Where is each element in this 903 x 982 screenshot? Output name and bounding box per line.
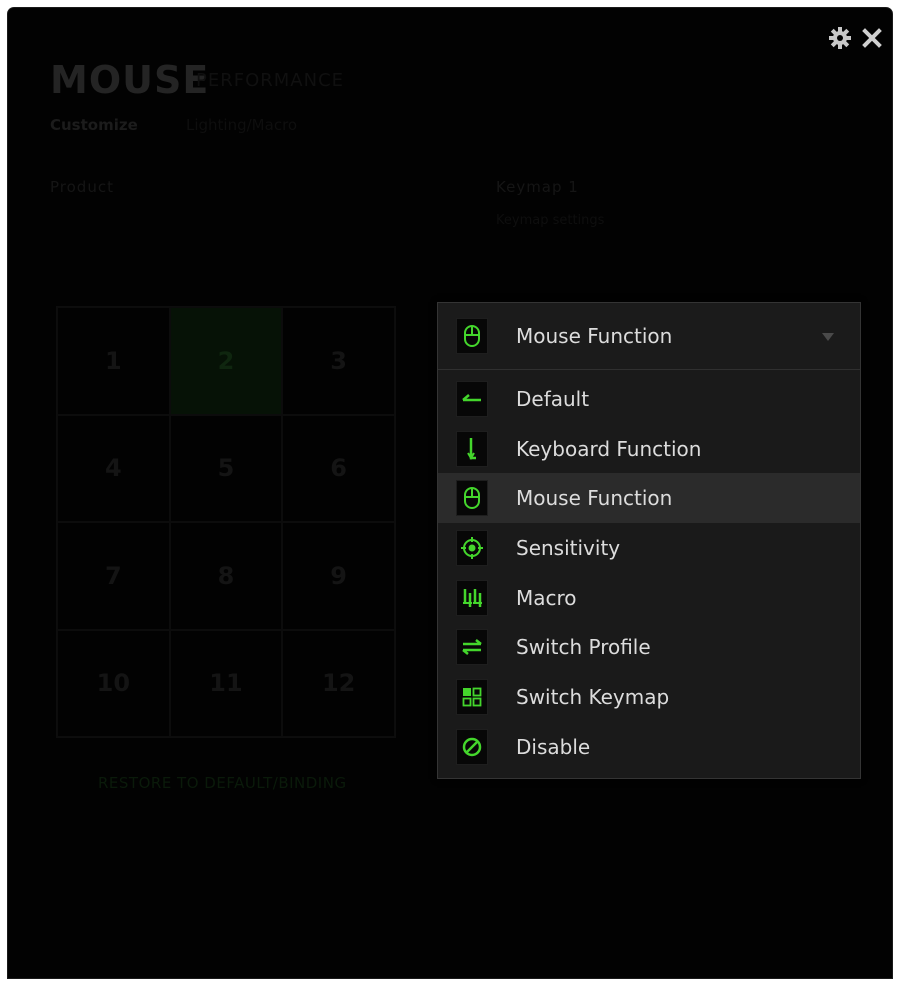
restore-default-link[interactable]: RESTORE TO DEFAULT/BINDING bbox=[98, 774, 347, 792]
mouse-icon bbox=[456, 318, 488, 354]
grid-icon bbox=[456, 678, 488, 715]
default-arrow-icon bbox=[456, 380, 488, 417]
key-button[interactable]: 11 bbox=[169, 629, 283, 737]
menu-item-switch-keymap[interactable]: Switch Keymap bbox=[438, 672, 860, 722]
key-button[interactable]: 4 bbox=[57, 414, 170, 522]
switch-arrows-icon bbox=[456, 629, 488, 666]
page-title: MOUSE bbox=[50, 58, 210, 102]
key-button[interactable]: 7 bbox=[57, 522, 170, 630]
keymap-label: Keymap 1 bbox=[496, 178, 579, 196]
menu-item-label: Macro bbox=[516, 585, 577, 610]
tab-performance[interactable]: PERFORMANCE bbox=[196, 70, 344, 91]
chevron-down-icon[interactable] bbox=[822, 333, 834, 341]
key-button[interactable]: 9 bbox=[282, 522, 395, 630]
tab-customize[interactable]: Customize bbox=[50, 116, 138, 134]
window-controls bbox=[828, 26, 882, 50]
key-button[interactable]: 5 bbox=[169, 414, 283, 522]
gear-icon[interactable] bbox=[828, 26, 852, 50]
key-button[interactable]: 6 bbox=[282, 414, 395, 522]
disable-icon bbox=[456, 728, 488, 765]
dropdown-selected-label: Mouse Function bbox=[516, 324, 673, 348]
product-label: Product bbox=[50, 178, 114, 196]
menu-item-label: Default bbox=[516, 386, 590, 411]
dropdown-list: Default Keyboard Function Mouse Function… bbox=[438, 370, 860, 778]
menu-item-label: Keyboard Function bbox=[516, 436, 702, 461]
macro-icon bbox=[456, 579, 488, 616]
close-icon[interactable] bbox=[862, 28, 882, 48]
app-window: MOUSE PERFORMANCE Customize Lighting/Mac… bbox=[8, 8, 892, 978]
key-button[interactable]: 3 bbox=[282, 307, 395, 415]
menu-item-mouse-function[interactable]: Mouse Function bbox=[438, 473, 860, 524]
mouse-icon bbox=[456, 480, 488, 517]
crosshair-icon bbox=[456, 529, 488, 566]
menu-item-macro[interactable]: Macro bbox=[438, 573, 860, 623]
menu-item-label: Switch Profile bbox=[516, 635, 651, 660]
key-grid: 1 2 3 4 5 6 7 8 9 10 11 12 bbox=[56, 306, 396, 738]
function-dropdown: Mouse Function Default Keyboard Function… bbox=[437, 302, 861, 779]
menu-item-label: Sensitivity bbox=[516, 535, 621, 560]
key-button[interactable]: 10 bbox=[57, 629, 170, 737]
keyboard-function-icon bbox=[456, 430, 488, 467]
keymap-sub-label: Keymap settings bbox=[496, 213, 605, 228]
menu-item-keyboard-function[interactable]: Keyboard Function bbox=[438, 424, 860, 474]
dropdown-selected[interactable]: Mouse Function bbox=[438, 303, 860, 370]
key-button[interactable]: 1 bbox=[57, 307, 170, 415]
menu-item-label: Disable bbox=[516, 734, 591, 759]
tab-lighting[interactable]: Lighting/Macro bbox=[186, 116, 297, 134]
key-button[interactable]: 8 bbox=[169, 522, 283, 630]
menu-item-switch-profile[interactable]: Switch Profile bbox=[438, 622, 860, 672]
key-button[interactable]: 12 bbox=[282, 629, 395, 737]
key-button-active[interactable]: 2 bbox=[169, 307, 283, 415]
menu-item-disable[interactable]: Disable bbox=[438, 722, 860, 772]
menu-item-default[interactable]: Default bbox=[438, 374, 860, 424]
menu-item-label: Mouse Function bbox=[516, 486, 673, 511]
menu-item-label: Switch Keymap bbox=[516, 684, 670, 709]
menu-item-sensitivity[interactable]: Sensitivity bbox=[438, 523, 860, 573]
